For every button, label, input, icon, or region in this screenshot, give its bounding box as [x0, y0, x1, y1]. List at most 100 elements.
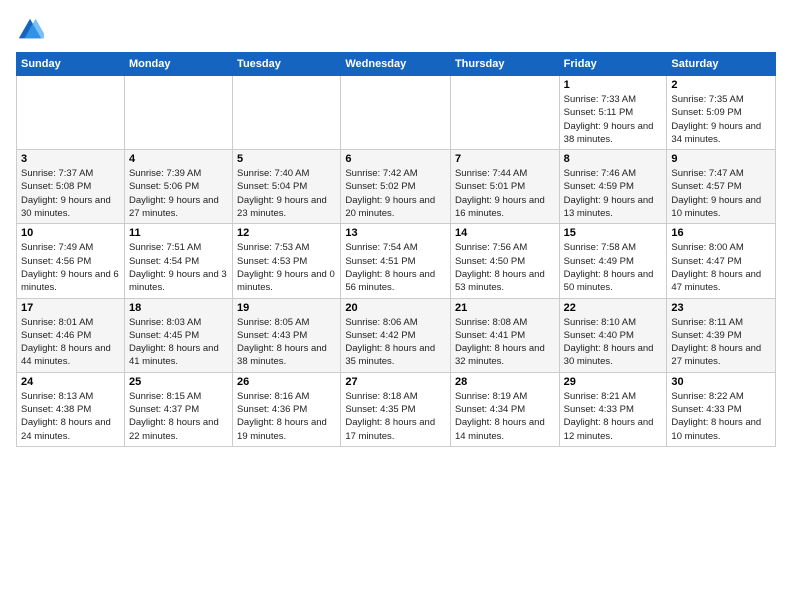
day-cell-3-6: 15 Sunrise: 7:58 AM Sunset: 4:49 PM Dayli…	[559, 224, 667, 298]
day-number: 5	[237, 153, 336, 165]
week-row-2: 3 Sunrise: 7:37 AM Sunset: 5:08 PM Daylig…	[17, 150, 776, 224]
header-monday: Monday	[124, 53, 232, 76]
day-number: 7	[455, 153, 555, 165]
day-info: Sunrise: 8:13 AM Sunset: 4:38 PM Dayligh…	[21, 390, 120, 443]
calendar-table: SundayMondayTuesdayWednesdayThursdayFrid…	[16, 52, 776, 447]
day-cell-1-3	[233, 76, 341, 150]
week-row-5: 24Sunrise: 8:13 AM Sunset: 4:38 PM Dayli…	[17, 372, 776, 446]
day-number: 8	[564, 153, 663, 165]
day-number: 22	[564, 302, 663, 314]
day-cell-1-4	[341, 76, 451, 150]
day-cell-2-7: 9 Sunrise: 7:47 AM Sunset: 4:57 PM Daylig…	[667, 150, 776, 224]
header-friday: Friday	[559, 53, 667, 76]
day-info: Sunrise: 7:39 AM Sunset: 5:06 PM Dayligh…	[129, 167, 228, 220]
header-wednesday: Wednesday	[341, 53, 451, 76]
day-cell-4-7: 23 Sunrise: 8:11 AM Sunset: 4:39 PM Dayli…	[667, 298, 776, 372]
day-info: Sunrise: 8:16 AM Sunset: 4:36 PM Dayligh…	[237, 390, 336, 443]
day-info: Sunrise: 8:05 AM Sunset: 4:43 PM Dayligh…	[237, 316, 336, 369]
day-info: Sunrise: 7:58 AM Sunset: 4:49 PM Dayligh…	[564, 241, 663, 294]
day-cell-1-1	[17, 76, 125, 150]
day-number: 30	[671, 376, 771, 388]
day-cell-4-6: 22 Sunrise: 8:10 AM Sunset: 4:40 PM Dayli…	[559, 298, 667, 372]
day-number: 2	[671, 79, 771, 91]
day-info: Sunrise: 8:08 AM Sunset: 4:41 PM Dayligh…	[455, 316, 555, 369]
day-cell-2-5: 7 Sunrise: 7:44 AM Sunset: 5:01 PM Daylig…	[450, 150, 559, 224]
day-cell-5-6: 29 Sunrise: 8:21 AM Sunset: 4:33 PM Dayli…	[559, 372, 667, 446]
day-cell-5-7: 30 Sunrise: 8:22 AM Sunset: 4:33 PM Dayli…	[667, 372, 776, 446]
day-number: 27	[345, 376, 446, 388]
day-cell-5-4: 27 Sunrise: 8:18 AM Sunset: 4:35 PM Dayli…	[341, 372, 451, 446]
day-cell-1-5	[450, 76, 559, 150]
day-info: Sunrise: 7:56 AM Sunset: 4:50 PM Dayligh…	[455, 241, 555, 294]
day-info: Sunrise: 8:03 AM Sunset: 4:45 PM Dayligh…	[129, 316, 228, 369]
day-info: Sunrise: 7:40 AM Sunset: 5:04 PM Dayligh…	[237, 167, 336, 220]
day-number: 29	[564, 376, 663, 388]
day-cell-4-2: 18 Sunrise: 8:03 AM Sunset: 4:45 PM Dayli…	[124, 298, 232, 372]
day-cell-3-3: 12Sunrise: 7:53 AM Sunset: 4:53 PM Dayli…	[233, 224, 341, 298]
day-cell-4-1: 17 Sunrise: 8:01 AM Sunset: 4:46 PM Dayli…	[17, 298, 125, 372]
day-number: 23	[671, 302, 771, 314]
day-number: 16	[671, 227, 771, 239]
day-number: 15	[564, 227, 663, 239]
header-sunday: Sunday	[17, 53, 125, 76]
day-number: 17	[21, 302, 120, 314]
day-number: 20	[345, 302, 446, 314]
day-cell-5-5: 28 Sunrise: 8:19 AM Sunset: 4:34 PM Dayli…	[450, 372, 559, 446]
day-number: 21	[455, 302, 555, 314]
day-info: Sunrise: 8:18 AM Sunset: 4:35 PM Dayligh…	[345, 390, 446, 443]
day-info: Sunrise: 7:42 AM Sunset: 5:02 PM Dayligh…	[345, 167, 446, 220]
day-cell-4-4: 20 Sunrise: 8:06 AM Sunset: 4:42 PM Dayli…	[341, 298, 451, 372]
day-cell-2-1: 3 Sunrise: 7:37 AM Sunset: 5:08 PM Daylig…	[17, 150, 125, 224]
day-info: Sunrise: 8:10 AM Sunset: 4:40 PM Dayligh…	[564, 316, 663, 369]
day-info: Sunrise: 7:53 AM Sunset: 4:53 PM Dayligh…	[237, 241, 336, 294]
calendar-body: 1 Sunrise: 7:33 AM Sunset: 5:11 PM Daylig…	[17, 76, 776, 447]
day-info: Sunrise: 8:11 AM Sunset: 4:39 PM Dayligh…	[671, 316, 771, 369]
day-number: 9	[671, 153, 771, 165]
day-cell-2-3: 5 Sunrise: 7:40 AM Sunset: 5:04 PM Daylig…	[233, 150, 341, 224]
week-row-1: 1 Sunrise: 7:33 AM Sunset: 5:11 PM Daylig…	[17, 76, 776, 150]
day-cell-1-7: 2Sunrise: 7:35 AM Sunset: 5:09 PM Daylig…	[667, 76, 776, 150]
day-info: Sunrise: 8:19 AM Sunset: 4:34 PM Dayligh…	[455, 390, 555, 443]
day-info: Sunrise: 7:37 AM Sunset: 5:08 PM Dayligh…	[21, 167, 120, 220]
day-cell-3-7: 16 Sunrise: 8:00 AM Sunset: 4:47 PM Dayli…	[667, 224, 776, 298]
day-info: Sunrise: 8:15 AM Sunset: 4:37 PM Dayligh…	[129, 390, 228, 443]
logo	[16, 16, 48, 44]
day-number: 11	[129, 227, 228, 239]
day-number: 10	[21, 227, 120, 239]
header-thursday: Thursday	[450, 53, 559, 76]
day-info: Sunrise: 7:33 AM Sunset: 5:11 PM Dayligh…	[564, 93, 663, 146]
page-header	[16, 16, 776, 44]
week-row-3: 10 Sunrise: 7:49 AM Sunset: 4:56 PM Dayli…	[17, 224, 776, 298]
week-row-4: 17 Sunrise: 8:01 AM Sunset: 4:46 PM Dayli…	[17, 298, 776, 372]
day-number: 28	[455, 376, 555, 388]
day-cell-2-2: 4 Sunrise: 7:39 AM Sunset: 5:06 PM Daylig…	[124, 150, 232, 224]
day-info: Sunrise: 7:46 AM Sunset: 4:59 PM Dayligh…	[564, 167, 663, 220]
day-number: 3	[21, 153, 120, 165]
day-number: 18	[129, 302, 228, 314]
day-info: Sunrise: 8:00 AM Sunset: 4:47 PM Dayligh…	[671, 241, 771, 294]
day-info: Sunrise: 7:51 AM Sunset: 4:54 PM Dayligh…	[129, 241, 228, 294]
day-info: Sunrise: 8:22 AM Sunset: 4:33 PM Dayligh…	[671, 390, 771, 443]
day-number: 26	[237, 376, 336, 388]
day-info: Sunrise: 7:47 AM Sunset: 4:57 PM Dayligh…	[671, 167, 771, 220]
day-info: Sunrise: 7:49 AM Sunset: 4:56 PM Dayligh…	[21, 241, 120, 294]
day-info: Sunrise: 8:21 AM Sunset: 4:33 PM Dayligh…	[564, 390, 663, 443]
day-number: 25	[129, 376, 228, 388]
header-saturday: Saturday	[667, 53, 776, 76]
day-info: Sunrise: 7:54 AM Sunset: 4:51 PM Dayligh…	[345, 241, 446, 294]
day-number: 1	[564, 79, 663, 91]
day-cell-5-1: 24Sunrise: 8:13 AM Sunset: 4:38 PM Dayli…	[17, 372, 125, 446]
day-cell-4-3: 19 Sunrise: 8:05 AM Sunset: 4:43 PM Dayli…	[233, 298, 341, 372]
day-number: 4	[129, 153, 228, 165]
day-info: Sunrise: 8:06 AM Sunset: 4:42 PM Dayligh…	[345, 316, 446, 369]
day-cell-5-3: 26 Sunrise: 8:16 AM Sunset: 4:36 PM Dayli…	[233, 372, 341, 446]
day-cell-2-6: 8 Sunrise: 7:46 AM Sunset: 4:59 PM Daylig…	[559, 150, 667, 224]
day-cell-3-4: 13Sunrise: 7:54 AM Sunset: 4:51 PM Dayli…	[341, 224, 451, 298]
day-info: Sunrise: 7:44 AM Sunset: 5:01 PM Dayligh…	[455, 167, 555, 220]
day-number: 19	[237, 302, 336, 314]
day-cell-4-5: 21 Sunrise: 8:08 AM Sunset: 4:41 PM Dayli…	[450, 298, 559, 372]
day-cell-3-5: 14Sunrise: 7:56 AM Sunset: 4:50 PM Dayli…	[450, 224, 559, 298]
day-number: 6	[345, 153, 446, 165]
day-cell-3-2: 11 Sunrise: 7:51 AM Sunset: 4:54 PM Dayli…	[124, 224, 232, 298]
day-info: Sunrise: 8:01 AM Sunset: 4:46 PM Dayligh…	[21, 316, 120, 369]
